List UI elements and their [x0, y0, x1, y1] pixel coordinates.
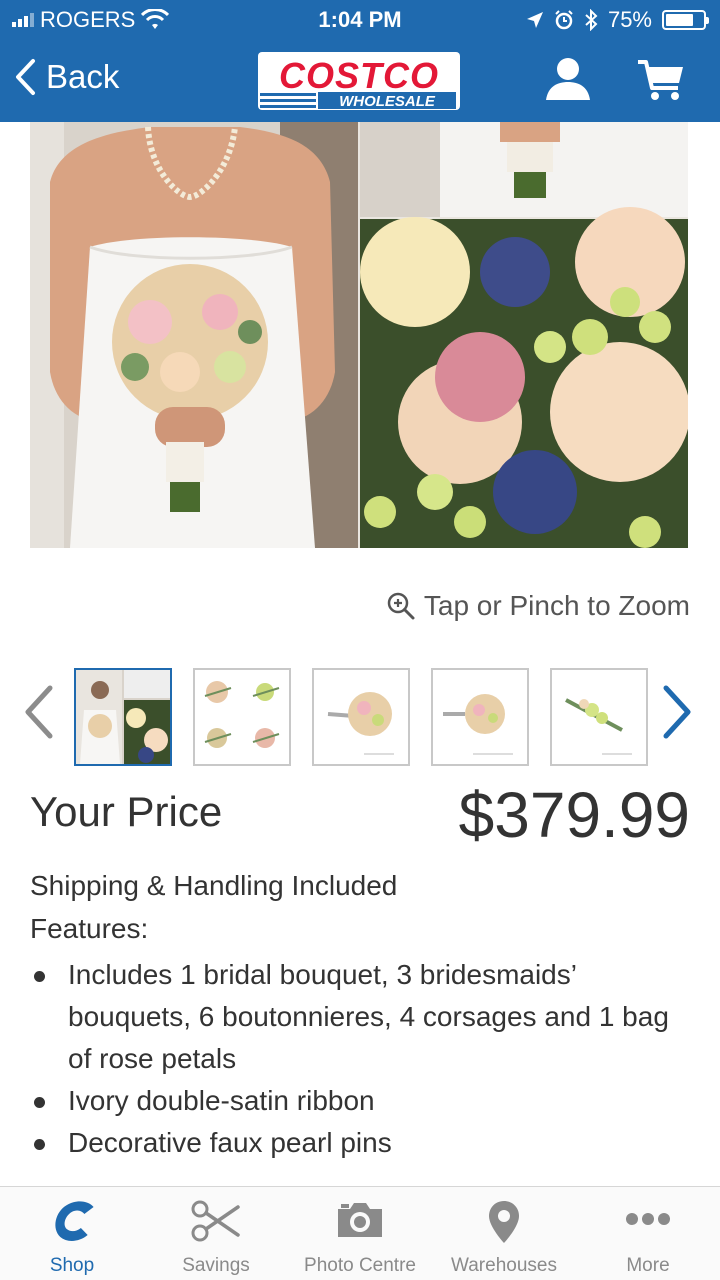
alarm-icon: [555, 10, 573, 30]
zoom-in-icon: [387, 592, 415, 620]
map-pin-icon: [489, 1201, 519, 1243]
thumbnail-1[interactable]: [74, 668, 172, 766]
thumbnail-3[interactable]: [312, 668, 410, 766]
features-label: Features:: [30, 913, 149, 944]
bottom-tab-bar: Shop Savings Photo Centre Warehouses Mor…: [0, 1186, 720, 1280]
more-dots-icon: [626, 1213, 670, 1225]
features-list: Includes 1 bridal bouquet, 3 bridesmaids…: [30, 954, 690, 1164]
feature-item: Includes 1 bridal bouquet, 3 bridesmaids…: [30, 954, 690, 1080]
feature-item: Ivory double-satin ribbon: [30, 1080, 690, 1122]
tab-photo-centre[interactable]: Photo Centre: [288, 1187, 432, 1280]
battery-fill: [666, 14, 693, 26]
tab-shop-label: Shop: [49, 1255, 95, 1276]
thumbnail-image: [552, 670, 646, 764]
svg-text:WHOLESALE: WHOLESALE: [339, 93, 436, 110]
tab-more[interactable]: More: [576, 1187, 720, 1280]
zoom-hint-text: Tap or Pinch to Zoom: [423, 590, 690, 621]
zoom-hint: Tap or Pinch to Zoom: [386, 590, 690, 622]
tab-warehouses-label: Warehouses: [451, 1255, 557, 1276]
tab-shop[interactable]: Shop: [0, 1187, 144, 1280]
camera-icon: [338, 1203, 382, 1237]
thumbnail-carousel: [0, 662, 720, 772]
thumbnail-image: [76, 670, 170, 764]
shipping-text: Shipping & Handling Included: [30, 870, 398, 901]
product-image[interactable]: [30, 122, 688, 548]
location-arrow-icon: [526, 12, 543, 28]
battery-icon: [662, 10, 709, 30]
carousel-prev-icon[interactable]: [20, 684, 56, 740]
price-label: Your Price: [30, 788, 223, 835]
tab-warehouses[interactable]: Warehouses: [432, 1187, 576, 1280]
cart-icon[interactable]: [636, 58, 686, 102]
bluetooth-icon: [585, 9, 598, 31]
thumbnail-image: [195, 670, 289, 764]
svg-text:COSTCO: COSTCO: [279, 55, 439, 96]
costco-logo[interactable]: COSTCO WHOLESALE: [258, 52, 460, 110]
carousel-next-icon[interactable]: [660, 684, 696, 740]
tab-more-label: More: [626, 1255, 670, 1276]
thumbnail-5[interactable]: [550, 668, 648, 766]
thumbnail-2[interactable]: [193, 668, 291, 766]
status-right: 75%: [526, 7, 709, 33]
thumbnail-image: [433, 670, 527, 764]
back-button[interactable]: Back: [14, 58, 119, 96]
tab-photo-centre-label: Photo Centre: [304, 1255, 416, 1276]
chevron-left-icon: [16, 59, 35, 95]
costco-c-icon: [55, 1201, 94, 1241]
thumbnail-4[interactable]: [431, 668, 529, 766]
thumbnail-image: [314, 670, 408, 764]
tab-savings-label: Savings: [182, 1255, 250, 1276]
scissors-icon: [191, 1200, 240, 1242]
battery-percent: 75%: [607, 7, 652, 32]
price-value: $379.99: [458, 779, 690, 851]
status-bar: ROGERS 1:04 PM 75%: [0, 0, 720, 40]
tab-savings[interactable]: Savings: [144, 1187, 288, 1280]
account-icon[interactable]: [544, 56, 592, 102]
nav-header: Back COSTCO WHOLESALE: [0, 40, 720, 122]
top-bar: ROGERS 1:04 PM 75% Back COSTCO WHOLESALE: [0, 0, 720, 122]
back-label: Back: [46, 58, 120, 95]
feature-item: Decorative faux pearl pins: [30, 1122, 690, 1164]
